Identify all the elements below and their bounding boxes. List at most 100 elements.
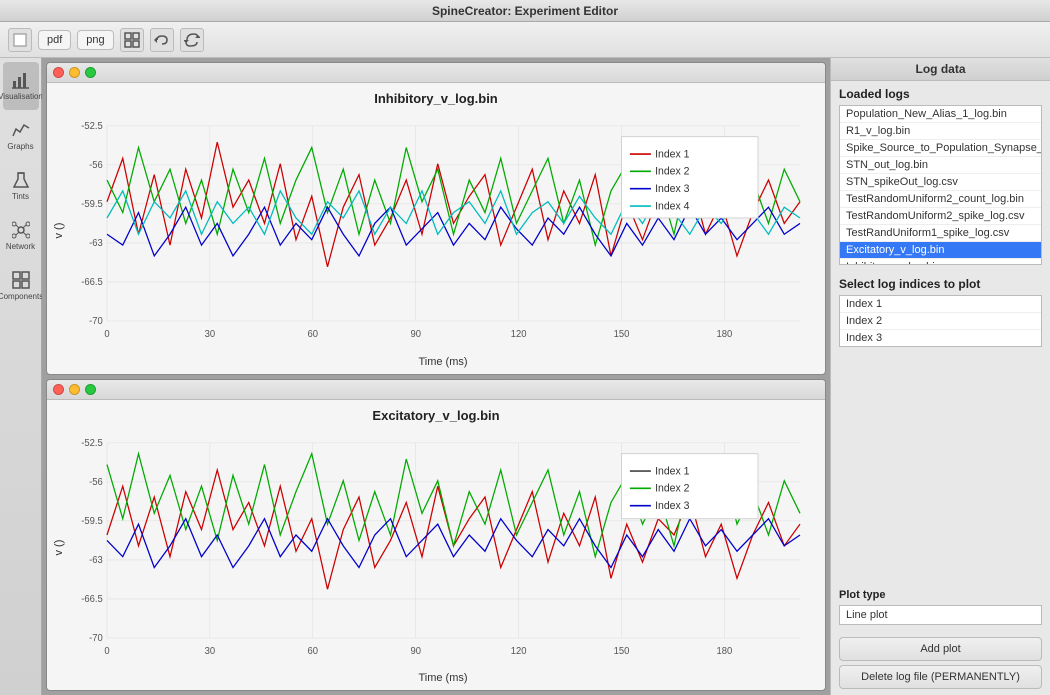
log-item-1[interactable]: R1_v_log.bin <box>840 123 1041 140</box>
log-item-3[interactable]: STN_out_log.bin <box>840 157 1041 174</box>
x-axis-label-2: Time (ms) <box>65 670 821 686</box>
chart-window-inhibitory: v () Inhibitory_v_log.bin <box>46 62 826 375</box>
svg-text:Index 1: Index 1 <box>655 465 689 477</box>
right-panel: Log data Loaded logs Population_New_Alia… <box>830 58 1050 695</box>
sidebar-item-graphs[interactable]: Graphs <box>3 112 39 160</box>
toolbar: pdf png <box>0 22 1050 58</box>
svg-text:Index 3: Index 3 <box>655 499 689 511</box>
plot-type-value[interactable]: Line plot <box>839 605 1042 625</box>
svg-text:180: 180 <box>717 646 733 657</box>
chart-window-excitatory: v () Excitatory_v_log.bin <box>46 379 826 692</box>
svg-text:-59.5: -59.5 <box>81 199 103 210</box>
sidebar-item-tints[interactable]: Tints <box>3 162 39 210</box>
refresh-icon[interactable] <box>180 28 204 52</box>
svg-text:150: 150 <box>614 646 630 657</box>
app-title: SpineCreator: Experiment Editor <box>432 4 618 18</box>
log-item-6[interactable]: TestRandomUniform2_spike_log.csv <box>840 208 1041 225</box>
chart-titlebar-2 <box>47 380 825 400</box>
svg-text:-70: -70 <box>89 316 103 327</box>
svg-text:-56: -56 <box>89 476 103 487</box>
chart-svg-2: -52.5 -56 -59.5 -63 -66.5 -70 0 30 60 90… <box>65 432 821 671</box>
sidebar-item-visualisation[interactable]: Visualisation <box>3 62 39 110</box>
svg-text:Index 3: Index 3 <box>655 183 689 195</box>
svg-text:Index 2: Index 2 <box>655 165 689 177</box>
svg-text:120: 120 <box>511 646 527 657</box>
index-item-2[interactable]: Index 2 <box>840 313 1041 330</box>
sidebar-label-tints: Tints <box>12 192 29 202</box>
pdf-button[interactable]: pdf <box>38 30 71 50</box>
svg-text:-66.5: -66.5 <box>81 594 103 605</box>
svg-text:Index 1: Index 1 <box>655 148 689 160</box>
svg-text:90: 90 <box>410 329 421 340</box>
flask-icon <box>11 170 31 190</box>
log-item-8[interactable]: Excitatory_v_log.bin <box>840 242 1041 259</box>
svg-text:-59.5: -59.5 <box>81 516 103 527</box>
svg-text:0: 0 <box>104 329 109 340</box>
left-sidebar: Visualisation Graphs Tints <box>0 58 42 695</box>
center-area: v () Inhibitory_v_log.bin <box>42 58 830 695</box>
svg-text:180: 180 <box>717 329 733 340</box>
log-item-5[interactable]: TestRandomUniform2_count_log.bin <box>840 191 1041 208</box>
svg-text:120: 120 <box>511 329 527 340</box>
svg-text:-63: -63 <box>89 238 103 249</box>
toolbar-icon-white-square[interactable] <box>8 28 32 52</box>
maximize-button-2[interactable] <box>85 384 96 395</box>
index-list: Index 1 Index 2 Index 3 <box>839 295 1042 347</box>
log-item-2[interactable]: Spike_Source_to_Population_Synapse_0... <box>840 140 1041 157</box>
undo-icon[interactable] <box>150 28 174 52</box>
chart-titlebar-1 <box>47 63 825 83</box>
bottom-buttons: Add plot Delete log file (PERMANENTLY) <box>831 631 1050 695</box>
index-item-1[interactable]: Index 1 <box>840 296 1041 313</box>
index-item-3[interactable]: Index 3 <box>840 330 1041 346</box>
minimize-button-2[interactable] <box>69 384 80 395</box>
select-indices-label: Select log indices to plot <box>839 277 1042 291</box>
title-bar: SpineCreator: Experiment Editor <box>0 0 1050 22</box>
close-button-2[interactable] <box>53 384 64 395</box>
svg-text:-63: -63 <box>89 555 103 566</box>
y-axis-label-1: v () <box>51 91 65 370</box>
plot-type-label: Plot type <box>839 589 1042 601</box>
sidebar-label-visualisation: Visualisation <box>0 92 43 102</box>
grid-icon[interactable] <box>120 28 144 52</box>
chart-content-2: v () Excitatory_v_log.bin <box>47 400 825 691</box>
svg-text:-56: -56 <box>89 160 103 171</box>
maximize-button-1[interactable] <box>85 67 96 78</box>
log-item-7[interactable]: TestRandUniform1_spike_log.csv <box>840 225 1041 242</box>
svg-text:Index 4: Index 4 <box>655 200 689 212</box>
log-item-4[interactable]: STN_spikeOut_log.csv <box>840 174 1041 191</box>
add-plot-button[interactable]: Add plot <box>839 637 1042 661</box>
chart-plot-area-1: Inhibitory_v_log.bin <box>65 91 821 370</box>
log-item-0[interactable]: Population_New_Alias_1_log.bin <box>840 106 1041 123</box>
sidebar-label-components: Components <box>0 292 43 302</box>
svg-text:30: 30 <box>205 329 216 340</box>
png-button[interactable]: png <box>77 30 113 50</box>
svg-text:-52.5: -52.5 <box>81 121 103 132</box>
close-button-1[interactable] <box>53 67 64 78</box>
sidebar-label-network: Network <box>6 242 35 252</box>
chart-content-1: v () Inhibitory_v_log.bin <box>47 83 825 374</box>
plot-type-section: Plot type Line plot <box>831 583 1050 631</box>
loaded-logs-label: Loaded logs <box>839 87 1042 101</box>
sidebar-item-network[interactable]: Network <box>3 212 39 260</box>
delete-log-button[interactable]: Delete log file (PERMANENTLY) <box>839 665 1042 689</box>
indices-section: Select log indices to plot Index 1 Index… <box>831 271 1050 353</box>
svg-text:60: 60 <box>308 329 319 340</box>
chart-title-1: Inhibitory_v_log.bin <box>374 91 498 106</box>
sidebar-label-graphs: Graphs <box>7 142 33 152</box>
svg-text:Index 2: Index 2 <box>655 482 689 494</box>
log-list[interactable]: Population_New_Alias_1_log.bin R1_v_log.… <box>839 105 1042 265</box>
components-icon <box>11 270 31 290</box>
x-axis-label-1: Time (ms) <box>65 354 821 370</box>
sidebar-item-components[interactable]: Components <box>3 262 39 310</box>
main-layout: Visualisation Graphs Tints <box>0 58 1050 695</box>
loaded-logs-section: Loaded logs Population_New_Alias_1_log.b… <box>831 81 1050 271</box>
network-icon <box>11 220 31 240</box>
minimize-button-1[interactable] <box>69 67 80 78</box>
chart-title-2: Excitatory_v_log.bin <box>372 408 499 423</box>
chart-plot-area-2: Excitatory_v_log.bin <box>65 408 821 687</box>
chart-svg-1: -52.5 -56 -59.5 -63 -66.5 -70 0 30 60 90… <box>65 115 821 354</box>
svg-text:90: 90 <box>410 646 421 657</box>
svg-text:-52.5: -52.5 <box>81 437 103 448</box>
log-item-9[interactable]: Inhibitory_v_log.bin <box>840 259 1041 265</box>
log-data-header: Log data <box>831 58 1050 81</box>
